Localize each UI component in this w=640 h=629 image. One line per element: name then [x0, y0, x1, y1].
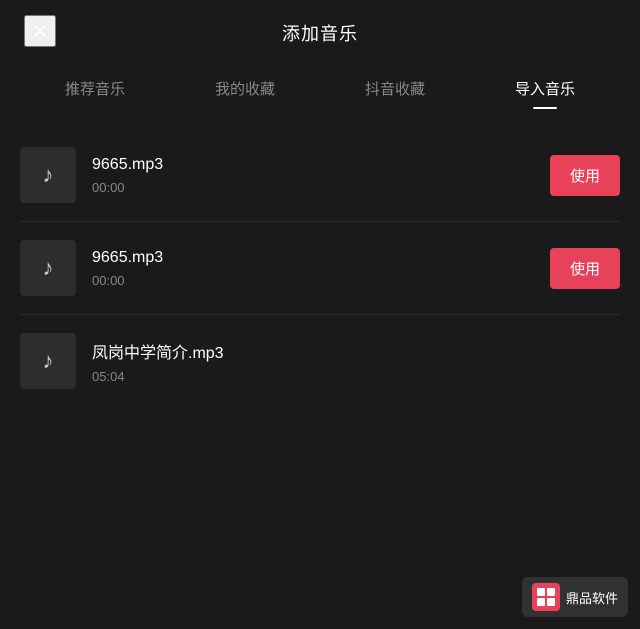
use-button[interactable]: 使用 [550, 248, 620, 289]
music-name: 9665.mp3 [92, 156, 538, 174]
music-duration: 00:00 [92, 180, 538, 195]
music-thumbnail: ♪ [20, 147, 76, 203]
music-thumbnail: ♪ [20, 240, 76, 296]
music-list: ♪ 9665.mp3 00:00 使用 ♪ 9665.mp3 00:00 使用 … [0, 129, 640, 407]
tab-recommended[interactable]: 推荐音乐 [65, 78, 125, 109]
tabs-bar: 推荐音乐 我的收藏 抖音收藏 导入音乐 [0, 62, 640, 109]
close-icon: ✕ [32, 19, 49, 44]
tab-douyin-favorites[interactable]: 抖音收藏 [365, 78, 425, 109]
music-duration: 00:00 [92, 273, 538, 288]
music-note-icon: ♪ [43, 162, 54, 188]
watermark-label: 鼎品软件 [566, 588, 618, 607]
header: ✕ 添加音乐 [0, 0, 640, 62]
list-item: ♪ 9665.mp3 00:00 使用 [20, 222, 620, 315]
music-name: 9665.mp3 [92, 249, 538, 267]
tab-my-favorites[interactable]: 我的收藏 [215, 78, 275, 109]
music-thumbnail: ♪ [20, 333, 76, 389]
music-duration: 05:04 [92, 369, 620, 384]
list-item: ♪ 9665.mp3 00:00 使用 [20, 129, 620, 222]
page-title: 添加音乐 [282, 20, 358, 46]
close-button[interactable]: ✕ [24, 15, 56, 47]
use-button[interactable]: 使用 [550, 155, 620, 196]
watermark-icon [532, 583, 560, 611]
watermark: 鼎品软件 [522, 577, 628, 617]
music-info: 9665.mp3 00:00 [92, 249, 538, 288]
music-info: 9665.mp3 00:00 [92, 156, 538, 195]
tab-import[interactable]: 导入音乐 [515, 78, 575, 109]
music-note-icon: ♪ [43, 348, 54, 374]
music-note-icon: ♪ [43, 255, 54, 281]
list-item: ♪ 凤岗中学简介.mp3 05:04 [20, 315, 620, 407]
music-info: 凤岗中学简介.mp3 05:04 [92, 339, 620, 384]
music-name: 凤岗中学简介.mp3 [92, 339, 620, 363]
